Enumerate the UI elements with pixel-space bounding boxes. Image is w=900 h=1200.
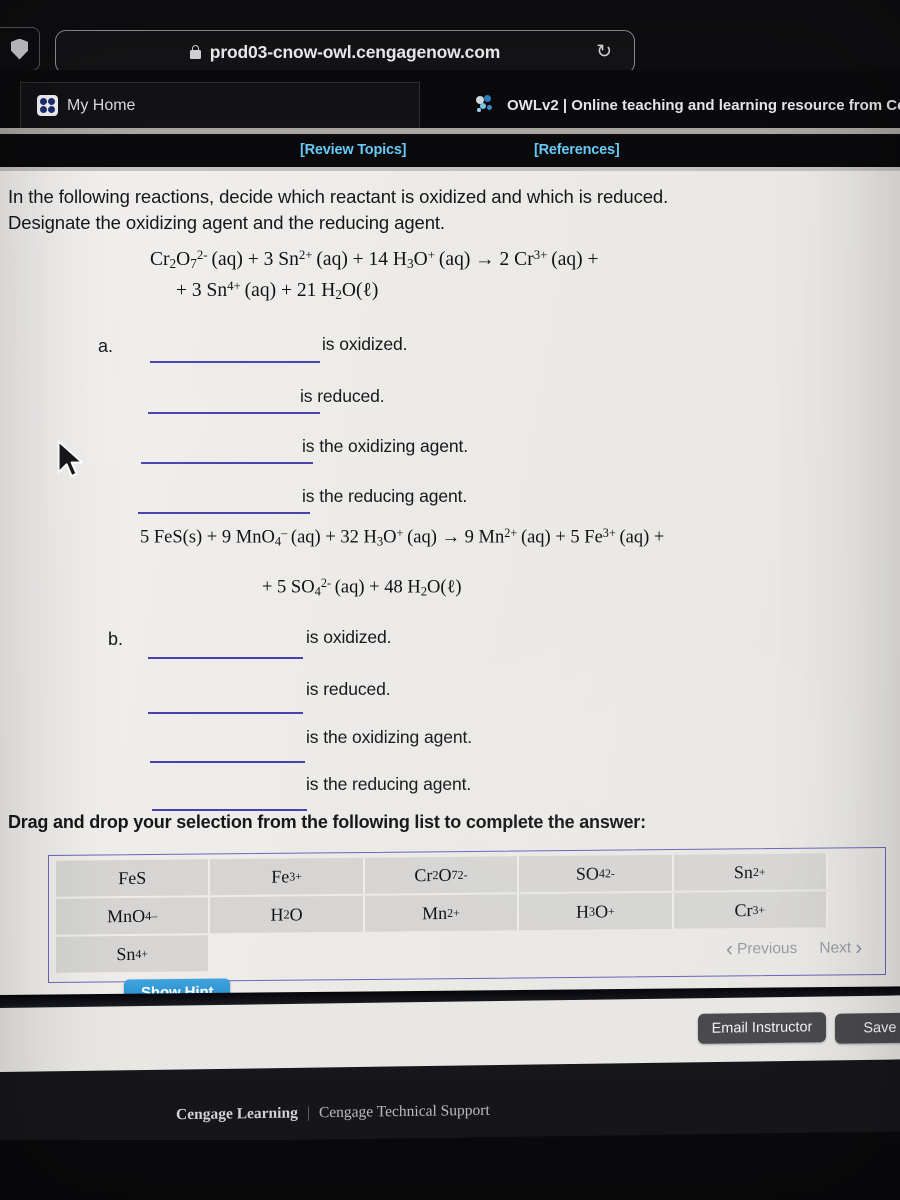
- browser-toolbar: prod03-cnow-owl.cengagenow.com ↻: [0, 0, 900, 74]
- part-a-blank-4[interactable]: [138, 512, 310, 514]
- part-a-blank-1[interactable]: [150, 361, 320, 363]
- owl-favicon: [476, 95, 498, 115]
- reload-icon[interactable]: ↻: [596, 43, 612, 62]
- part-a-text-3: is the oxidizing agent.: [302, 436, 469, 456]
- chevron-left-icon: ‹: [726, 937, 733, 961]
- part-b-text-2: is reduced.: [306, 679, 391, 699]
- part-a-text-2: is reduced.: [300, 386, 385, 406]
- question-prompt: In the following reactions, decide which…: [8, 184, 888, 237]
- chevron-right-icon: ›: [855, 936, 863, 960]
- references-link[interactable]: [References]: [534, 142, 620, 158]
- drag-grid-empty: [519, 931, 673, 968]
- equation-b-line2: + 5 SO42- (aq) + 48 H2O(ℓ): [262, 576, 462, 599]
- drag-item-cr3plus[interactable]: Cr 3+: [673, 891, 828, 929]
- tab-owlv2[interactable]: OWLv2 | Online teaching and learning res…: [460, 82, 900, 128]
- equation-a-line1: Cr2O72- (aq) + 3 Sn2+ (aq) + 14 H3O+ (aq…: [150, 248, 599, 272]
- lock-icon: [189, 45, 201, 59]
- save-and-button[interactable]: Save an: [835, 1012, 900, 1044]
- drag-item-sn2plus[interactable]: Sn 2+: [673, 853, 828, 891]
- prompt-line-2: Designate the oxidizing agent and the re…: [8, 212, 445, 234]
- review-topics-link[interactable]: [Review Topics]: [300, 142, 407, 158]
- shield-glyph: [11, 38, 28, 60]
- equation-b-line1: 5 FeS(s) + 9 MnO4– (aq) + 32 H3O+ (aq) →…: [140, 526, 665, 549]
- drag-grid-empty: [365, 932, 519, 969]
- drag-item-fes[interactable]: FeS: [56, 859, 211, 897]
- cengage-learning-link[interactable]: Cengage Learning: [176, 1104, 298, 1124]
- part-a-text-4: is the reducing agent.: [302, 486, 468, 506]
- previous-button[interactable]: ‹ Previous: [726, 937, 798, 961]
- drag-item-mn2plus[interactable]: Mn 2+: [364, 894, 520, 932]
- next-label: Next: [819, 938, 852, 957]
- mac-dock: [0, 1140, 900, 1200]
- drag-drop-instruction: Drag and drop your selection from the fo…: [8, 812, 646, 832]
- equation-a-line2: + 3 Sn4+ (aq) + 21 H2O(ℓ): [176, 279, 379, 303]
- part-b-label: b.: [108, 629, 124, 649]
- topic-link-bar: [Review Topics] [References]: [0, 136, 900, 170]
- part-b-text-3: is the oxidizing agent.: [306, 727, 473, 747]
- part-b-blank-1[interactable]: [148, 657, 303, 659]
- drag-item-h3oplus[interactable]: H 3 O +: [519, 892, 674, 931]
- question-navigation: ‹ Previous Next ›: [726, 936, 863, 961]
- my-home-favicon: [37, 95, 58, 116]
- tab-strip: My Home OWLv2 | Online teaching and lear…: [0, 70, 900, 128]
- part-b-text-1: is oxidized.: [306, 627, 392, 647]
- part-b-blank-2[interactable]: [148, 712, 303, 714]
- part-a-blank-2[interactable]: [148, 412, 320, 414]
- drag-item-sn4plus[interactable]: Sn 4+: [56, 935, 211, 973]
- part-b-blank-4[interactable]: [152, 809, 307, 811]
- drag-grid-empty: [210, 934, 364, 971]
- chrome-divider: [0, 128, 900, 134]
- question-page: In the following reactions, decide which…: [0, 171, 900, 995]
- screen: prod03-cnow-owl.cengagenow.com ↻ My Home…: [0, 0, 900, 1200]
- drag-item-mno4[interactable]: MnO 4–: [56, 897, 211, 935]
- tab-owlv2-label: OWLv2 | Online teaching and learning res…: [507, 96, 900, 114]
- drag-item-h2o[interactable]: H2O: [210, 895, 365, 934]
- part-b-blank-3[interactable]: [150, 761, 305, 763]
- footer-separator: |: [306, 1104, 310, 1122]
- drag-item-fe3plus[interactable]: Fe 3+: [210, 857, 365, 896]
- part-a-blank-3[interactable]: [141, 462, 313, 464]
- next-button[interactable]: Next ›: [819, 936, 863, 960]
- drag-item-so4[interactable]: SO 4 2-: [519, 854, 674, 893]
- previous-label: Previous: [737, 939, 798, 958]
- tab-my-home-label: My Home: [67, 96, 136, 114]
- shield-icon[interactable]: [0, 27, 40, 71]
- address-bar[interactable]: prod03-cnow-owl.cengagenow.com ↻: [55, 30, 635, 74]
- email-instructor-button[interactable]: Email Instructor: [698, 1012, 826, 1044]
- browser-chrome: prod03-cnow-owl.cengagenow.com ↻ My Home…: [0, 0, 900, 136]
- drag-drop-grid: FeS Fe 3+ Cr 2 O 7 2- SO 4 2- Sn 2+ MnO 4– H2O Mn…: [56, 853, 828, 973]
- part-a-label: a.: [98, 336, 114, 356]
- part-a-text-1: is oxidized.: [322, 334, 408, 354]
- drag-item-cr2o7[interactable]: Cr 2 O 7 2-: [364, 856, 520, 894]
- prompt-line-1: In the following reactions, decide which…: [8, 186, 669, 207]
- url-text: prod03-cnow-owl.cengagenow.com: [209, 41, 501, 62]
- tab-my-home[interactable]: My Home: [20, 82, 420, 128]
- part-b-text-4: is the reducing agent.: [306, 774, 472, 794]
- cengage-technical-support-link[interactable]: Cengage Technical Support: [319, 1102, 490, 1122]
